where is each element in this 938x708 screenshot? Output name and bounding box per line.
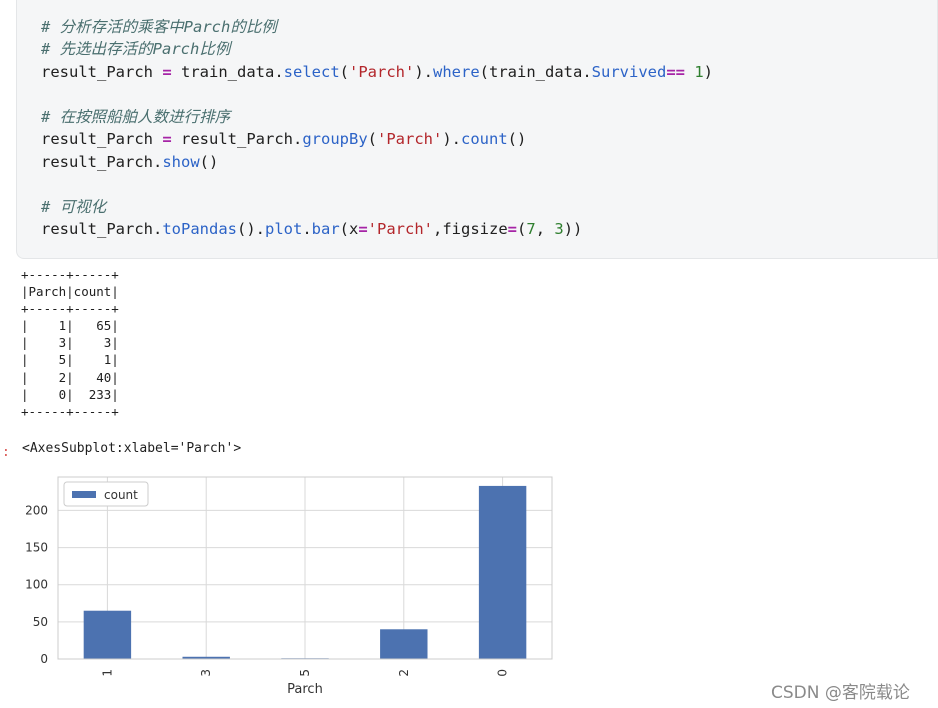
legend-swatch xyxy=(72,491,96,498)
code-token: result_Parch xyxy=(41,63,163,81)
show-output-table: +-----+-----+ |Parch|count| +-----+-----… xyxy=(21,267,119,419)
code-token: 'Parch' xyxy=(349,63,415,81)
code-token: result_Parch. xyxy=(41,153,163,171)
code-token: result_Parch. xyxy=(41,220,163,238)
code-token: result_Parch xyxy=(41,130,163,148)
legend-label: count xyxy=(104,488,138,502)
code-token: (x xyxy=(339,220,359,238)
axes-repr-output: <AxesSubplot:xlabel='Parch'> xyxy=(22,441,242,456)
code-token: toPandas xyxy=(162,220,237,238)
x-tick-label: 1 xyxy=(100,669,114,677)
x-tick-label: 5 xyxy=(298,669,312,677)
code-token: ( xyxy=(367,130,377,148)
code-line[interactable]: # 在按照船舶人数进行排序 xyxy=(41,107,230,127)
code-token: (train_data. xyxy=(479,63,592,81)
code-line[interactable]: # 先选出存活的Parch比例 xyxy=(41,39,230,59)
x-tick-label: 2 xyxy=(397,669,411,677)
y-tick-label: 150 xyxy=(25,541,48,555)
code-token: ). xyxy=(442,130,461,148)
code-token: count xyxy=(461,130,508,148)
output-prompt: : xyxy=(2,445,10,460)
code-token: # 先选出存活的Parch比例 xyxy=(41,40,231,58)
y-tick-label: 200 xyxy=(25,503,48,517)
code-token: # 分析存活的乘客中Parch的比例 xyxy=(41,18,277,36)
code-token: result_Parch. xyxy=(171,130,303,148)
code-token: 7 xyxy=(526,220,536,238)
code-token: = xyxy=(162,130,172,148)
code-line[interactable]: # 分析存活的乘客中Parch的比例 xyxy=(41,17,277,37)
code-token: select xyxy=(283,63,340,81)
code-token: # 可视化 xyxy=(41,198,107,216)
code-token: () xyxy=(199,153,219,171)
code-token: , xyxy=(535,220,555,238)
code-token: Survived xyxy=(591,63,667,81)
y-tick-label: 50 xyxy=(33,615,48,629)
code-token: 'Parch' xyxy=(377,130,443,148)
code-token: = xyxy=(162,63,172,81)
code-token: 'Parch' xyxy=(367,220,433,238)
y-tick-label: 100 xyxy=(25,578,48,592)
code-token: 1 xyxy=(694,63,704,81)
code-token: where xyxy=(433,63,480,81)
x-tick-label: 0 xyxy=(496,669,510,677)
code-token: train_data. xyxy=(171,63,284,81)
code-token: groupBy xyxy=(302,130,368,148)
code-token: () xyxy=(507,130,527,148)
y-tick-label: 0 xyxy=(40,652,48,666)
code-line[interactable]: result_Parch = train_data.select('Parch'… xyxy=(41,62,713,82)
bar-chart: 0 50 100 150 200 1 3 5 2 0 Parch count xyxy=(25,476,553,697)
code-token: # 在按照船舶人数进行排序 xyxy=(41,108,231,126)
code-line[interactable]: # 可视化 xyxy=(41,197,106,217)
code-line[interactable]: result_Parch.toPandas().plot.bar(x='Parc… xyxy=(41,219,582,239)
code-token: 3 xyxy=(554,220,564,238)
code-token: == xyxy=(666,63,685,81)
code-token: ( xyxy=(339,63,349,81)
code-token: = xyxy=(507,220,517,238)
code-token: ). xyxy=(414,63,433,81)
code-line[interactable]: result_Parch = result_Parch.groupBy('Par… xyxy=(41,129,526,149)
code-token: (). xyxy=(236,220,265,238)
x-axis-label: Parch xyxy=(287,682,323,697)
x-tick-label: 3 xyxy=(199,669,213,677)
bar xyxy=(83,610,132,659)
code-line[interactable]: result_Parch.show() xyxy=(41,152,218,172)
code-token: show xyxy=(162,153,200,171)
code-token: bar xyxy=(311,220,340,238)
bar xyxy=(380,629,428,659)
code-token: . xyxy=(302,220,312,238)
watermark: CSDN @客院载论 xyxy=(771,683,910,703)
code-token: )) xyxy=(563,220,583,238)
code-token: ) xyxy=(703,63,714,81)
bar xyxy=(478,485,527,659)
code-token: = xyxy=(358,220,368,238)
code-token: ,figsize xyxy=(433,220,508,238)
code-cell[interactable]: # 分析存活的乘客中Parch的比例 # 先选出存活的Parch比例 result_… xyxy=(16,0,938,259)
code-token: plot xyxy=(264,220,303,238)
code-token: ( xyxy=(517,220,527,238)
